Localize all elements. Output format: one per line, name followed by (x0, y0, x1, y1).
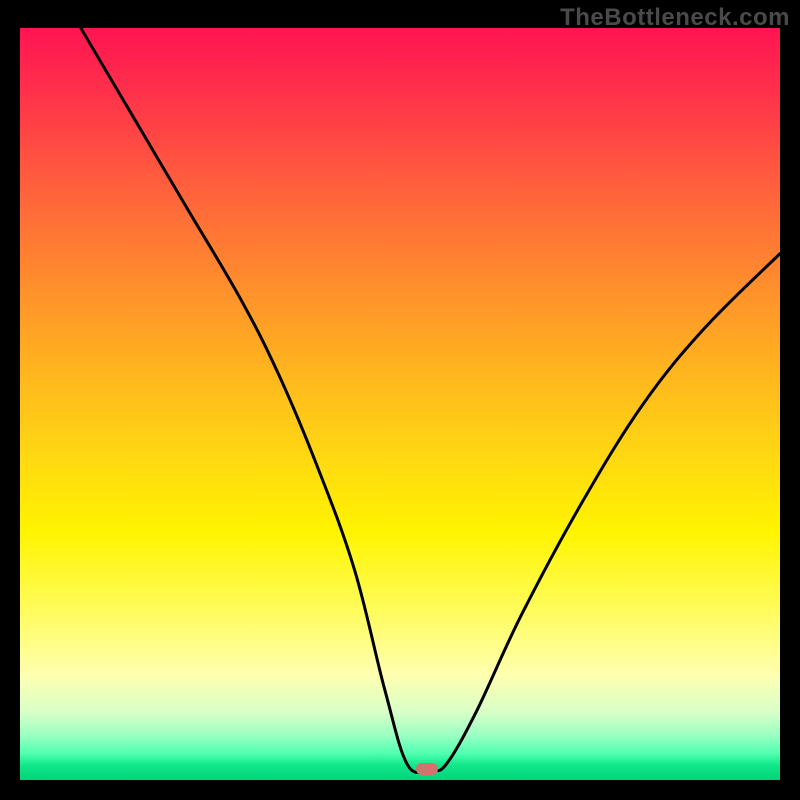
chart-frame: TheBottleneck.com (0, 0, 800, 800)
bottleneck-curve (20, 28, 780, 780)
optimal-point-marker (416, 763, 438, 775)
plot-area (20, 28, 780, 780)
curve-path (81, 28, 780, 772)
watermark-text: TheBottleneck.com (560, 4, 790, 32)
